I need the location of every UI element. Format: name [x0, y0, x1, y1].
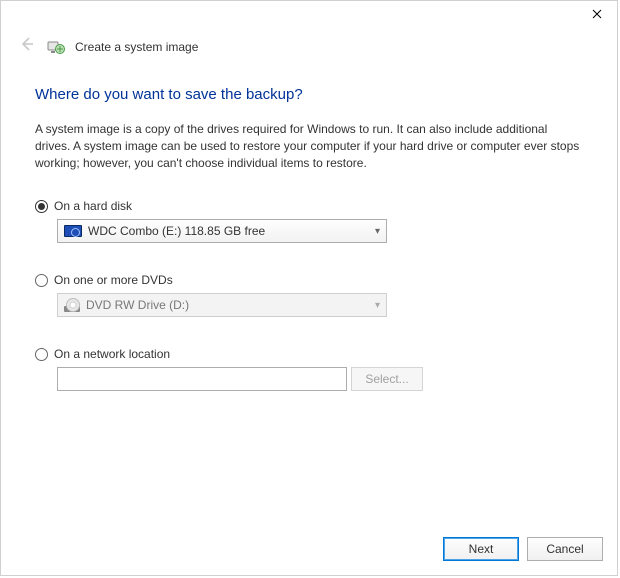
chevron-down-icon: ▾	[375, 226, 380, 237]
radio-network[interactable]: On a network location	[35, 347, 583, 361]
page-heading: Where do you want to save the backup?	[35, 86, 583, 103]
option-hard-disk: On a hard disk WDC Combo (E:) 118.85 GB …	[35, 199, 583, 243]
network-path-input[interactable]	[57, 367, 347, 391]
next-button[interactable]: Next	[443, 537, 519, 561]
chevron-down-icon: ▾	[375, 300, 380, 311]
window-title: Create a system image	[75, 40, 198, 54]
wizard-window: Create a system image Where do you want …	[0, 0, 618, 576]
hard-disk-combo[interactable]: WDC Combo (E:) 118.85 GB free ▾	[57, 219, 387, 243]
header-bar: Create a system image	[1, 31, 617, 66]
back-arrow-icon	[17, 35, 37, 58]
radio-hard-disk[interactable]: On a hard disk	[35, 199, 583, 213]
dvd-value: DVD RW Drive (D:)	[86, 298, 189, 312]
dvd-combo[interactable]: DVD RW Drive (D:) ▾	[57, 293, 387, 317]
page-description: A system image is a copy of the drives r…	[35, 121, 583, 171]
option-label-text: On a hard disk	[54, 199, 132, 213]
hard-disk-icon	[64, 225, 82, 237]
footer-buttons: Next Cancel	[443, 537, 603, 561]
radio-icon	[35, 274, 48, 287]
close-icon[interactable]	[577, 1, 617, 27]
radio-icon	[35, 348, 48, 361]
cancel-button[interactable]: Cancel	[527, 537, 603, 561]
hard-disk-value: WDC Combo (E:) 118.85 GB free	[88, 224, 265, 238]
dvd-drive-icon	[64, 298, 80, 312]
option-dvd: On one or more DVDs DVD RW Drive (D:) ▾	[35, 273, 583, 317]
content-area: Where do you want to save the backup? A …	[1, 66, 617, 391]
radio-dvd[interactable]: On one or more DVDs	[35, 273, 583, 287]
option-network: On a network location Select...	[35, 347, 583, 391]
option-label-text: On one or more DVDs	[54, 273, 173, 287]
system-image-icon	[47, 38, 65, 56]
select-network-button[interactable]: Select...	[351, 367, 423, 391]
option-label-text: On a network location	[54, 347, 170, 361]
radio-icon	[35, 200, 48, 213]
titlebar	[1, 1, 617, 31]
